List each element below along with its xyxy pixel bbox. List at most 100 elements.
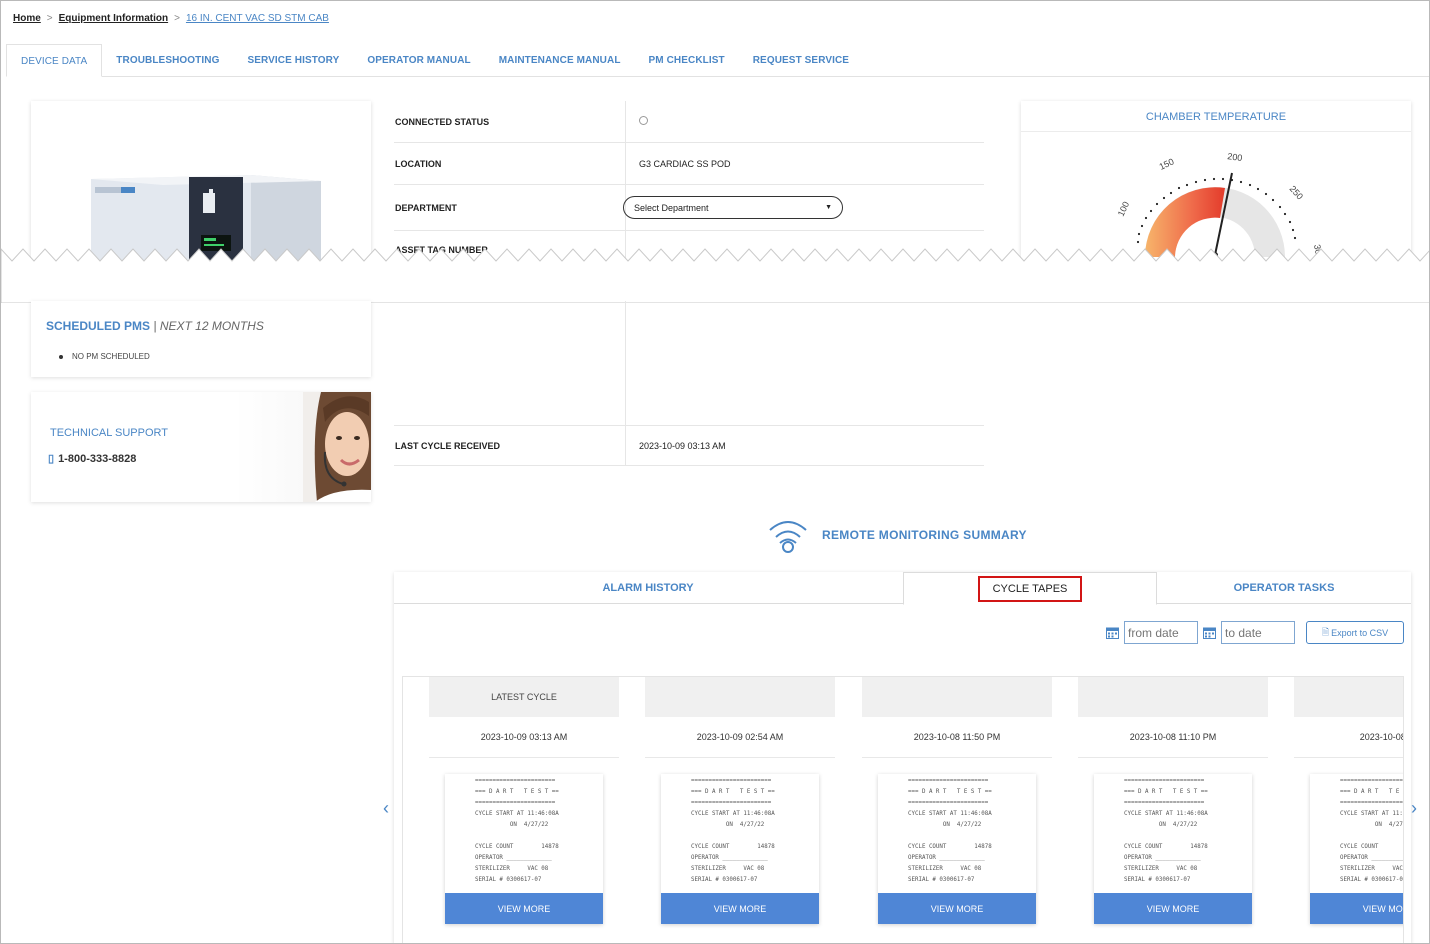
tab-operator-manual[interactable]: OPERATOR MANUAL	[353, 44, 484, 77]
tab-troubleshooting[interactable]: TROUBLESHOOTING	[102, 44, 233, 77]
carousel-prev-arrow[interactable]: ‹	[383, 798, 389, 819]
scheduled-pms-subtitle: NEXT 12 MONTHS	[159, 319, 264, 333]
cycle-header: LATEST CYCLE	[429, 677, 619, 717]
scheduled-pms-title: SCHEDULED PMS | NEXT 12 MONTHS	[46, 319, 264, 333]
torn-edge-divider	[1, 248, 1429, 303]
remote-monitoring-title: REMOTE MONITORING SUMMARY	[822, 528, 1027, 542]
cycle-tape-text: ======================= === D A R T T E …	[691, 778, 775, 883]
device-info-table-lower: LAST CYCLE RECEIVED 2023-10-09 03:13 AM	[394, 301, 984, 466]
gauge-tick-label: 150	[1158, 156, 1176, 171]
department-label: DEPARTMENT	[394, 185, 626, 230]
cycle-tape-preview[interactable]: ======================= === D A R T T E …	[1310, 774, 1404, 924]
breadcrumb-separator: >	[174, 13, 180, 24]
tab-request-service[interactable]: REQUEST SERVICE	[739, 44, 863, 77]
view-more-button[interactable]: VIEW MORE	[1094, 893, 1252, 924]
tab-alarm-history[interactable]: ALARM HISTORY	[394, 572, 902, 604]
breadcrumb-separator: >	[46, 13, 53, 24]
cycle-date: 2023-10-09 02:54 AM	[645, 717, 835, 758]
gauge-tick-label: 100	[1116, 200, 1131, 218]
cycle-date: 2023-10-08 07	[1294, 717, 1403, 758]
csv-file-icon: 🗎	[1321, 626, 1330, 637]
scheduled-pms-separator: |	[150, 319, 160, 333]
cycle-tape-card: 2023-10-08 11:50 PM =====================…	[862, 677, 1052, 943]
chamber-temperature-title: CHAMBER TEMPERATURE	[1021, 101, 1411, 132]
view-more-button[interactable]: VIEW MORE	[445, 893, 603, 924]
cycle-header	[862, 677, 1052, 717]
cycle-tape-card: 2023-10-08 07 ======================= ===…	[1294, 677, 1404, 943]
breadcrumb-home[interactable]: Home	[13, 13, 41, 24]
department-select[interactable]: Select Department ▼	[623, 196, 843, 219]
device-info-table: CONNECTED STATUS LOCATION G3 CARDIAC SS …	[394, 101, 984, 261]
scheduled-pms-card: SCHEDULED PMS | NEXT 12 MONTHS NO PM SCH…	[31, 301, 371, 377]
breadcrumb-current-device[interactable]: 16 IN. CENT VAC SD STM CAB	[186, 13, 329, 24]
chamber-temperature-card: CHAMBER TEMPERATURE 100 150 200 250	[1021, 101, 1411, 261]
cycle-tape-preview[interactable]: ======================= === D A R T T E …	[878, 774, 1036, 924]
export-csv-label: Export to CSV	[1331, 627, 1389, 638]
scheduled-pms-heading: SCHEDULED PMS	[46, 319, 151, 333]
view-more-button[interactable]: VIEW MORE	[661, 893, 819, 924]
cycle-tape-card: LATEST CYCLE 2023-10-09 03:13 AM =========…	[429, 677, 619, 943]
last-cycle-value: 2023-10-09 03:13 AM	[639, 441, 726, 451]
tab-pm-checklist[interactable]: PM CHECKLIST	[635, 44, 739, 77]
cycle-tape-card: 2023-10-08 11:10 PM =====================…	[1078, 677, 1268, 943]
tab-maintenance-manual[interactable]: MAINTENANCE MANUAL	[485, 44, 635, 77]
cycle-tape-card: 2023-10-09 02:54 AM =====================…	[645, 677, 835, 943]
from-date-input[interactable]	[1124, 621, 1198, 644]
gauge-tick-label: 250	[1288, 184, 1305, 202]
remote-monitoring-panel: ALARM HISTORY CYCLE TAPES OPERATOR TASKS…	[394, 572, 1411, 943]
cycle-header	[645, 677, 835, 717]
technical-support-card: TECHNICAL SUPPORT ▯ 1-800-333-8828	[31, 392, 371, 502]
phone-icon: ▯	[48, 453, 55, 465]
main-tabs: DEVICE DATA TROUBLESHOOTING SERVICE HIST…	[6, 44, 1429, 77]
support-agent-photo	[303, 392, 371, 502]
wifi-icon	[769, 521, 807, 553]
cycle-date: 2023-10-08 11:10 PM	[1078, 717, 1268, 758]
app-window: Home > Equipment Information > 16 IN. CE…	[0, 0, 1430, 944]
last-cycle-label: LAST CYCLE RECEIVED	[395, 441, 501, 451]
gauge-tick-label: 200	[1227, 151, 1243, 163]
connected-status-value	[626, 116, 984, 127]
remote-monitoring-heading: REMOTE MONITORING SUMMARY	[766, 516, 1027, 554]
calendar-icon[interactable]	[1203, 626, 1216, 639]
cycle-date: 2023-10-08 11:50 PM	[862, 717, 1052, 758]
location-value: G3 CARDIAC SS POD	[639, 158, 731, 169]
status-indicator-icon	[639, 116, 648, 125]
connected-status-label: CONNECTED STATUS	[394, 101, 626, 142]
location-label: LOCATION	[394, 143, 626, 184]
table-row: DEPARTMENT Select Department ▼	[394, 185, 984, 231]
support-phone-number: 1-800-333-8828	[58, 452, 137, 465]
tab-service-history[interactable]: SERVICE HISTORY	[233, 44, 353, 77]
cycle-header	[1294, 677, 1403, 717]
device-image-card	[31, 101, 371, 261]
caret-down-icon: ▼	[825, 204, 832, 211]
tab-cycle-tapes[interactable]: CYCLE TAPES	[903, 572, 1157, 605]
calendar-icon[interactable]	[1106, 626, 1119, 639]
cycle-header	[1078, 677, 1268, 717]
cycle-tape-text: ======================= === D A R T T E …	[908, 778, 992, 883]
export-csv-button[interactable]: 🗎 Export to CSV	[1306, 621, 1404, 644]
tab-cycle-tapes-label: CYCLE TAPES	[977, 576, 1083, 602]
to-date-input[interactable]	[1221, 621, 1295, 644]
view-more-button[interactable]: VIEW MORE	[1310, 893, 1403, 924]
cycle-tape-preview[interactable]: ======================= === D A R T T E …	[1094, 774, 1252, 924]
cycle-tape-text: ======================= === D A R T T E …	[475, 778, 559, 883]
carousel-next-arrow[interactable]: ›	[1411, 798, 1417, 819]
tab-operator-tasks[interactable]: OPERATOR TASKS	[1157, 572, 1411, 604]
technical-support-title: TECHNICAL SUPPORT	[50, 427, 168, 439]
cycle-tape-preview[interactable]: ======================= === D A R T T E …	[661, 774, 819, 924]
view-more-button[interactable]: VIEW MORE	[878, 893, 1036, 924]
breadcrumb-equipment-information[interactable]: Equipment Information	[59, 13, 168, 24]
cycle-tapes-carousel: LATEST CYCLE 2023-10-09 03:13 AM =========…	[402, 676, 1404, 943]
table-row: LOCATION G3 CARDIAC SS POD	[394, 143, 984, 185]
tab-device-data[interactable]: DEVICE DATA	[6, 44, 103, 77]
breadcrumb: Home > Equipment Information > 16 IN. CE…	[13, 13, 329, 24]
cycle-tape-text: ======================= === D A R T T E …	[1340, 778, 1404, 883]
cycle-date: 2023-10-09 03:13 AM	[429, 717, 619, 758]
department-value: Select Department ▼	[623, 196, 984, 219]
cycle-tape-preview[interactable]: ======================= === D A R T T E …	[445, 774, 603, 924]
list-item: NO PM SCHEDULED	[59, 352, 150, 361]
panel-tabs: ALARM HISTORY CYCLE TAPES OPERATOR TASKS	[394, 572, 1411, 605]
table-row: CONNECTED STATUS	[394, 101, 984, 143]
support-phone[interactable]: ▯ 1-800-333-8828	[48, 452, 137, 466]
date-filter-bar: 🗎 Export to CSV	[1106, 621, 1404, 644]
